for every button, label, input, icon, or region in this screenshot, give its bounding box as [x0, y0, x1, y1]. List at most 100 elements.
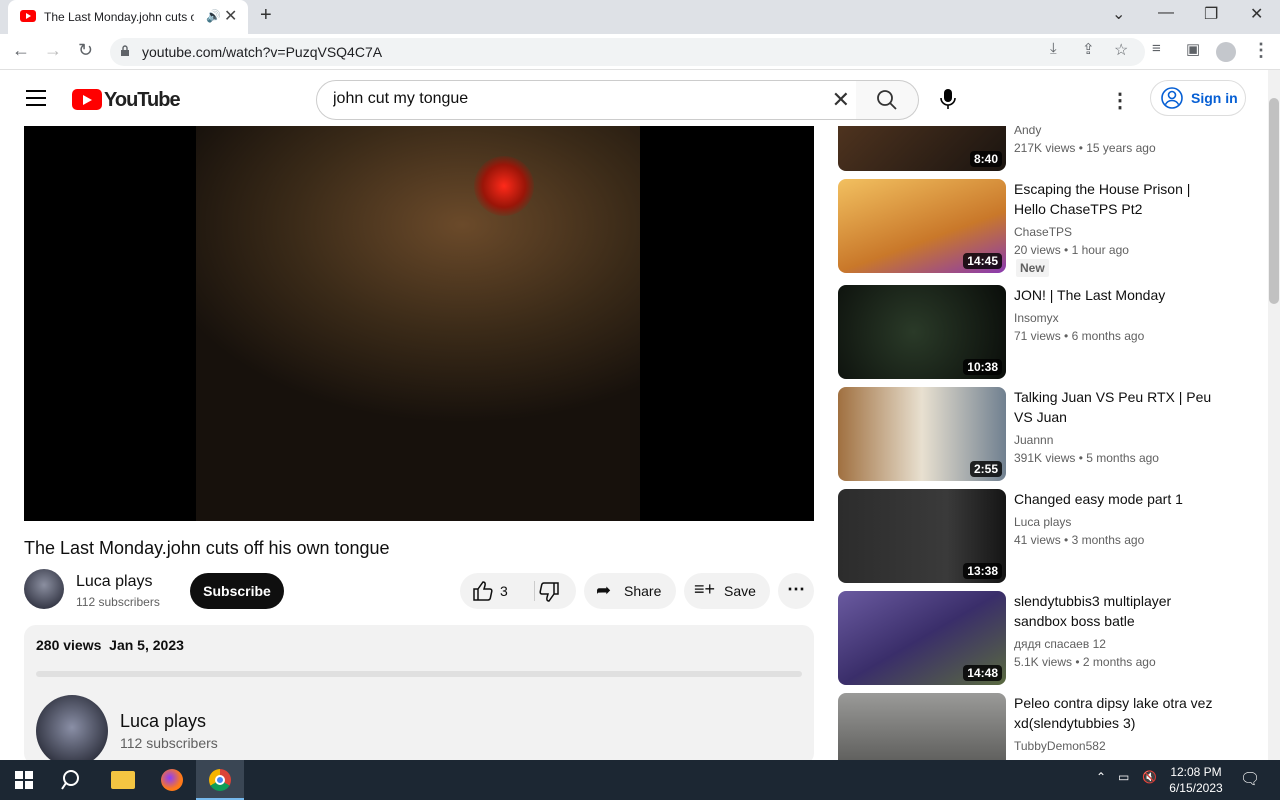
channel-avatar-large[interactable]	[36, 695, 108, 767]
video-title[interactable]: Peleo contra dipsy lake otra vez xd(slen…	[1014, 693, 1224, 733]
more-options-icon[interactable]: ⋮	[1110, 88, 1130, 113]
network-icon[interactable]: ▭	[1118, 770, 1129, 784]
new-tab-button[interactable]: +	[260, 4, 272, 27]
channel-name[interactable]: ChaseTPS	[1014, 225, 1072, 239]
share-page-icon[interactable]: ⇪	[1082, 40, 1095, 58]
upload-age: 6 months ago	[1071, 329, 1145, 343]
video-player[interactable]	[24, 126, 814, 521]
clear-search-icon[interactable]: ✕	[832, 87, 850, 113]
restore-icon[interactable]: ❐	[1204, 4, 1218, 24]
video-frame	[196, 126, 640, 521]
like-button[interactable]: 3	[460, 573, 534, 609]
search-input[interactable]	[333, 90, 803, 108]
search-icon[interactable]	[61, 769, 83, 791]
chrome-icon	[209, 769, 231, 791]
browser-toolbar: ← → ↻ youtube.com/watch?v=PuzqVSQ4C7A ⤓ …	[0, 34, 1280, 70]
video-title[interactable]: Talking Juan VS Peu RTX | Peu VS Juan	[1014, 387, 1224, 427]
save-label: Save	[724, 583, 756, 599]
chrome-taskbar-button[interactable]	[196, 760, 244, 800]
minimize-icon[interactable]: —	[1158, 4, 1174, 22]
channel-name[interactable]: Luca plays	[1014, 515, 1071, 529]
video-title[interactable]: Escaping the House Prison | Hello ChaseT…	[1014, 179, 1224, 219]
notifications-icon[interactable]: 🗨	[1240, 769, 1260, 789]
view-age-line: 71 views • 6 months ago	[1014, 329, 1145, 343]
divider	[534, 581, 535, 601]
video-thumbnail[interactable]: 13:38	[838, 489, 1006, 583]
browser-tab[interactable]: The Last Monday.john cuts off his own to…	[8, 0, 248, 34]
video-duration: 13:38	[963, 563, 1002, 579]
recommendation-item[interactable]: 14:45 Escaping the House Prison | Hello …	[838, 179, 1248, 277]
bookmark-star-icon[interactable]: ☆	[1114, 40, 1128, 60]
video-thumbnail[interactable]: 14:45	[838, 179, 1006, 273]
subscriber-count-large: 112 subscribers	[120, 735, 218, 751]
view-count: 5.1K views	[1014, 655, 1073, 669]
subscribe-button[interactable]: Subscribe	[190, 573, 284, 609]
recommendation-item[interactable]: Peleo contra dipsy lake otra vez xd(slen…	[838, 693, 1248, 760]
video-thumbnail[interactable]: 2:55	[838, 387, 1006, 481]
description-divider	[36, 671, 802, 677]
windows-start-icon[interactable]	[15, 771, 33, 789]
volume-muted-icon[interactable]: 🔇	[1142, 770, 1157, 784]
show-hidden-icons-icon[interactable]: ⌃	[1096, 770, 1106, 784]
video-duration: 8:40	[969, 151, 1002, 167]
firefox-icon[interactable]	[161, 769, 183, 791]
reload-icon[interactable]: ↻	[78, 40, 93, 61]
share-icon: ➦	[596, 580, 612, 600]
view-age-line: 41 views • 3 months ago	[1014, 533, 1145, 547]
media-control-icon[interactable]: ≡	[1152, 40, 1161, 57]
forward-icon[interactable]: →	[44, 40, 62, 61]
save-button[interactable]: ≡+ Save	[684, 573, 770, 609]
channel-name-large[interactable]: Luca plays	[120, 711, 206, 732]
recommendation-item[interactable]: 14:48 slendytubbis3 multiplayer sandbox …	[838, 591, 1248, 685]
side-panel-icon[interactable]: ▣	[1186, 40, 1200, 58]
scrollbar-thumb[interactable]	[1269, 98, 1279, 304]
clock-date: 6/15/2023	[1169, 781, 1223, 795]
voice-search-button[interactable]	[930, 80, 970, 120]
tab-search-icon[interactable]: ⌄	[1112, 4, 1125, 24]
sign-in-button[interactable]: Sign in	[1150, 80, 1246, 116]
view-count: 391K views	[1014, 451, 1076, 465]
video-title[interactable]: Changed easy mode part 1	[1014, 489, 1224, 509]
profile-icon[interactable]	[1216, 42, 1236, 62]
video-thumbnail[interactable]: 14:48	[838, 591, 1006, 685]
channel-avatar[interactable]	[24, 569, 64, 609]
clock-time: 12:08 PM	[1170, 765, 1222, 779]
file-explorer-icon[interactable]	[111, 771, 135, 789]
channel-name[interactable]: Andy	[1014, 126, 1041, 137]
recommendation-item[interactable]: 8:40 Andy 217K views • 15 years ago	[838, 126, 1248, 171]
channel-name[interactable]: Insomyx	[1014, 311, 1059, 325]
video-duration: 14:45	[963, 253, 1002, 269]
recommendation-item[interactable]: 10:38 JON! | The Last Monday Insomyx 71 …	[838, 285, 1248, 379]
video-title[interactable]: slendytubbis3 multiplayer sandbox boss b…	[1014, 591, 1224, 631]
search-icon	[877, 90, 897, 110]
description-box[interactable]: 280 views Jan 5, 2023 Luca plays 112 sub…	[24, 625, 814, 767]
recommendation-item[interactable]: 13:38 Changed easy mode part 1 Luca play…	[838, 489, 1248, 583]
more-actions-button[interactable]: ⋯	[778, 573, 814, 609]
video-thumbnail[interactable]	[838, 693, 1006, 760]
search-button[interactable]	[856, 80, 919, 120]
video-title[interactable]: JON! | The Last Monday	[1014, 285, 1224, 305]
close-tab-icon[interactable]: ✕	[224, 6, 237, 26]
video-thumbnail[interactable]: 8:40	[838, 126, 1006, 171]
share-button[interactable]: ➦ Share	[584, 573, 676, 609]
recommendation-item[interactable]: 2:55 Talking Juan VS Peu RTX | Peu VS Ju…	[838, 387, 1248, 481]
channel-name[interactable]: Luca plays	[76, 573, 153, 591]
speaker-icon[interactable]: 🔊	[206, 9, 221, 23]
install-icon[interactable]: ⤓	[1050, 40, 1057, 57]
hamburger-menu-icon[interactable]	[26, 90, 46, 111]
browser-menu-icon[interactable]: ⋮	[1252, 40, 1270, 61]
address-bar[interactable]: youtube.com/watch?v=PuzqVSQ4C7A	[110, 38, 1145, 66]
search-box: ✕	[316, 80, 857, 120]
account-icon	[1161, 87, 1183, 109]
system-clock[interactable]: 12:08 PM 6/15/2023	[1168, 764, 1224, 796]
lock-icon	[121, 45, 129, 56]
video-thumbnail[interactable]: 10:38	[838, 285, 1006, 379]
channel-name[interactable]: TubbyDemon582	[1014, 739, 1106, 753]
channel-name[interactable]: Juannn	[1014, 433, 1053, 447]
channel-name[interactable]: дядя спасаев 12	[1014, 637, 1106, 651]
back-icon[interactable]: ←	[12, 40, 30, 61]
thumbs-down-icon[interactable]	[538, 581, 560, 603]
close-window-icon[interactable]: ✕	[1250, 4, 1263, 24]
browser-tab-strip: The Last Monday.john cuts off his own to…	[0, 0, 1280, 34]
page-scrollbar[interactable]	[1268, 70, 1280, 760]
